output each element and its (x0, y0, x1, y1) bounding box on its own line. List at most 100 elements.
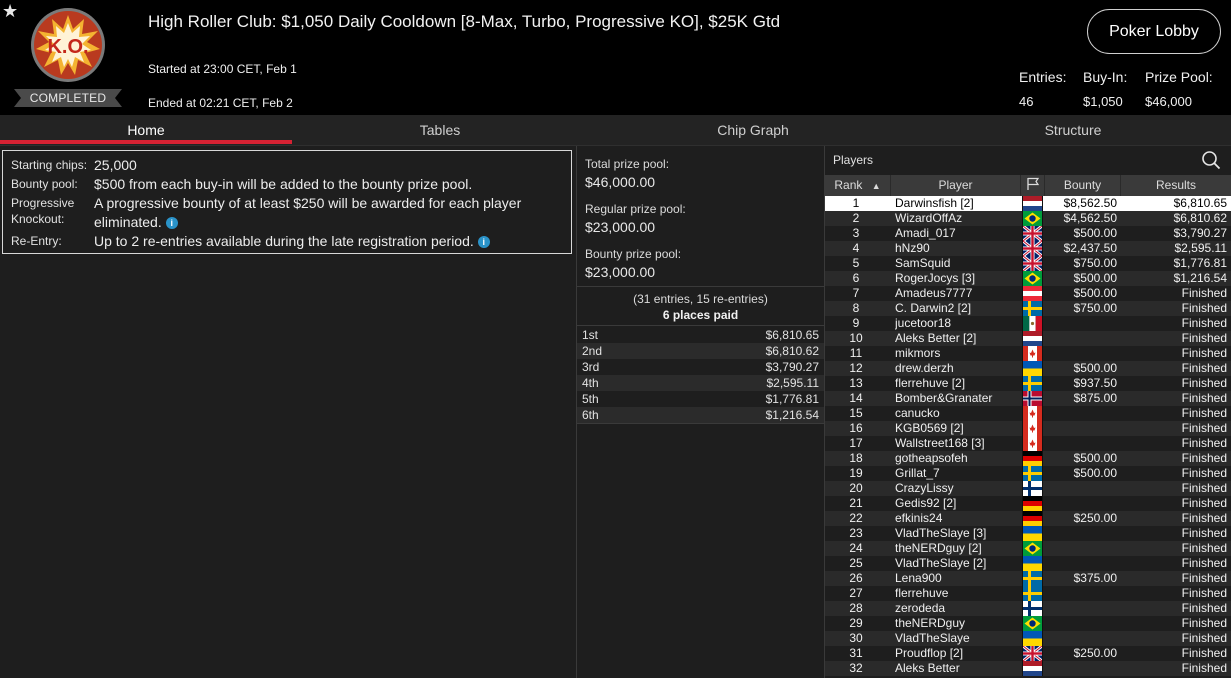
player-row[interactable]: 21 Gedis92 [2] Finished (825, 496, 1231, 511)
player-bounty: $500.00 (1073, 226, 1117, 240)
player-rank: 4 (852, 241, 860, 255)
player-row[interactable]: 13 flerrehuve [2] $937.50 Finished (825, 376, 1231, 391)
country-flag-icon (1022, 226, 1043, 241)
player-row[interactable]: 29 theNERDguy Finished (825, 616, 1231, 631)
player-result: Finished (1181, 361, 1227, 375)
pko-info-icon[interactable]: i (165, 217, 178, 229)
player-row[interactable]: 20 CrazyLissy Finished (825, 481, 1231, 496)
player-row[interactable]: 16 KGB0569 [2] Finished (825, 421, 1231, 436)
player-row[interactable]: 1 Darwinsfish [2] $8,562.50 $6,810.65 (825, 196, 1231, 211)
player-name: Aleks Better [2] (895, 331, 977, 345)
tab-chip-graph[interactable]: Chip Graph (605, 115, 901, 146)
player-row[interactable]: 25 VladTheSlaye [2] Finished (825, 556, 1231, 571)
payout-row: 2nd $6,810.62 (577, 343, 824, 359)
reentry-label: Re-Entry: (11, 234, 62, 248)
player-result: Finished (1181, 316, 1227, 330)
player-rank: 27 (849, 586, 863, 600)
player-name: Aleks Better (895, 661, 960, 675)
entries-note: (31 entries, 15 re-entries) (633, 292, 768, 306)
player-row[interactable]: 5 SamSquid $750.00 $1,776.81 (825, 256, 1231, 271)
payout-row: 5th $1,776.81 (577, 391, 824, 407)
player-result: Finished (1181, 496, 1227, 510)
player-row[interactable]: 14 Bomber&Granater $875.00 Finished (825, 391, 1231, 406)
payout-amount: $1,216.54 (765, 408, 819, 422)
country-flag-icon (1022, 466, 1043, 481)
player-name: efkinis24 (895, 511, 943, 525)
player-name: SamSquid (895, 256, 951, 270)
country-flag-icon (1022, 196, 1043, 211)
player-row[interactable]: 8 C. Darwin2 [2] $750.00 Finished (825, 301, 1231, 316)
player-row[interactable]: 30 VladTheSlaye Finished (825, 631, 1231, 646)
player-name: Amadeus7777 (895, 286, 973, 300)
player-rank: 10 (849, 331, 863, 345)
player-result: Finished (1181, 451, 1227, 465)
player-name: drew.derzh (895, 361, 954, 375)
player-row[interactable]: 3 Amadi_017 $500.00 $3,790.27 (825, 226, 1231, 241)
player-row[interactable]: 24 theNERDguy [2] Finished (825, 541, 1231, 556)
player-result: Finished (1181, 631, 1227, 645)
player-name: zerodeda (895, 601, 946, 615)
player-row[interactable]: 12 drew.derzh $500.00 Finished (825, 361, 1231, 376)
player-rank: 28 (849, 601, 863, 615)
tab-tables[interactable]: Tables (292, 115, 588, 146)
player-bounty: $250.00 (1073, 646, 1117, 660)
regular-prize-label: Regular prize pool: (585, 202, 686, 216)
player-row[interactable]: 22 efkinis24 $250.00 Finished (825, 511, 1231, 526)
player-name: CrazyLissy (895, 481, 954, 495)
player-row[interactable]: 27 flerrehuve Finished (825, 586, 1231, 601)
player-row[interactable]: 19 Grillat_7 $500.00 Finished (825, 466, 1231, 481)
player-rank: 11 (849, 346, 863, 360)
player-row[interactable]: 9 jucetoor18 Finished (825, 316, 1231, 331)
starting-chips-value: 25,000 (94, 157, 137, 173)
reentry-info-icon[interactable]: i (477, 236, 490, 248)
player-row[interactable]: 6 RogerJocys [3] $500.00 $1,216.54 (825, 271, 1231, 286)
player-rank: 15 (849, 406, 863, 420)
player-row[interactable]: 10 Aleks Better [2] Finished (825, 331, 1231, 346)
player-name: VladTheSlaye [2] (895, 556, 987, 570)
tab-structure[interactable]: Structure (925, 115, 1221, 146)
poker-lobby-button[interactable]: Poker Lobby (1087, 9, 1221, 54)
player-name: Darwinsfish [2] (895, 196, 974, 210)
player-rank: 26 (849, 571, 863, 585)
country-flag-icon (1022, 256, 1043, 271)
player-row[interactable]: 26 Lena900 $375.00 Finished (825, 571, 1231, 586)
payout-amount: $6,810.65 (765, 328, 819, 342)
country-flag-icon (1022, 556, 1043, 571)
player-row[interactable]: 18 gotheapsofeh $500.00 Finished (825, 451, 1231, 466)
column-results[interactable]: Results (1121, 175, 1231, 196)
column-player[interactable]: Player (891, 175, 1021, 196)
player-rank: 5 (852, 256, 860, 270)
pko-value-text: eliminated. (94, 214, 162, 230)
player-row[interactable]: 31 Proudflop [2] $250.00 Finished (825, 646, 1231, 661)
reentry-value-line: Up to 2 re-entries available during the … (94, 232, 490, 251)
player-name: Proudflop [2] (895, 646, 964, 660)
player-row[interactable]: 11 mikmors Finished (825, 346, 1231, 361)
player-result: Finished (1181, 301, 1227, 315)
tournament-header: ★ K.O. COMPLETED High Roller Club: $1,05… (0, 0, 1231, 115)
payout-place: 4th (582, 376, 599, 390)
payout-row: 6th $1,216.54 (577, 407, 824, 423)
player-row[interactable]: 2 WizardOffAz $4,562.50 $6,810.62 (825, 211, 1231, 226)
player-rank: 23 (849, 526, 863, 540)
column-country[interactable] (1021, 175, 1045, 196)
player-row[interactable]: 23 VladTheSlaye [3] Finished (825, 526, 1231, 541)
country-flag-icon (1022, 241, 1043, 256)
player-row[interactable]: 7 Amadeus7777 $500.00 Finished (825, 286, 1231, 301)
player-row[interactable]: 28 zerodeda Finished (825, 601, 1231, 616)
player-rank: 29 (849, 616, 863, 630)
player-name: Wallstreet168 [3] (895, 436, 985, 450)
player-name: Amadi_017 (895, 226, 956, 240)
player-row[interactable]: 15 canucko Finished (825, 406, 1231, 421)
player-row[interactable]: 17 Wallstreet168 [3] Finished (825, 436, 1231, 451)
column-bounty[interactable]: Bounty (1045, 175, 1121, 196)
search-icon[interactable] (1201, 150, 1221, 170)
favorite-star-icon[interactable]: ★ (2, 2, 20, 20)
player-row[interactable]: 4 hNz90 $2,437.50 $2,595.11 (825, 241, 1231, 256)
player-result: Finished (1181, 661, 1227, 675)
player-result: $1,216.54 (1173, 271, 1227, 285)
column-rank[interactable]: Rank ▲ (825, 175, 891, 196)
player-name: gotheapsofeh (895, 451, 968, 465)
player-bounty: $750.00 (1073, 301, 1117, 315)
player-row[interactable]: 32 Aleks Better Finished (825, 661, 1231, 676)
country-flag-icon (1022, 211, 1043, 226)
